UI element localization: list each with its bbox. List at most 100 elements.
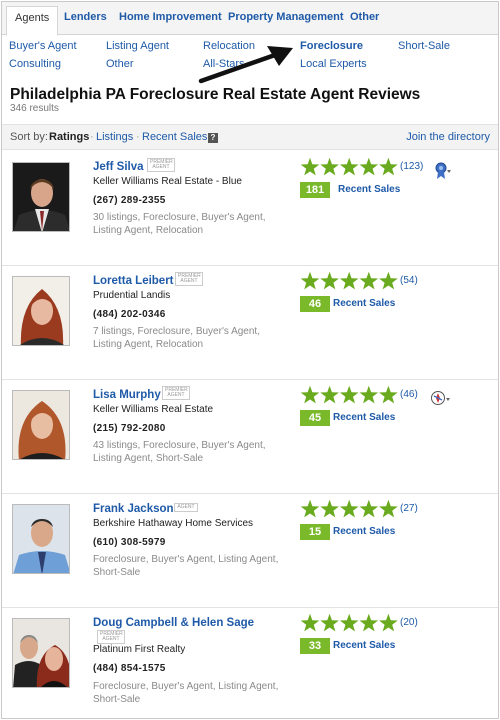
- recent-sales-link[interactable]: Recent Sales: [333, 298, 395, 309]
- agent-company: Keller Williams Real Estate: [93, 404, 214, 415]
- agent-photo[interactable]: [12, 390, 70, 460]
- subnav-consulting[interactable]: Consulting: [9, 58, 61, 70]
- recent-sales-count: 45: [300, 410, 330, 426]
- recent-sales-link[interactable]: Recent Sales: [333, 640, 395, 651]
- recent-sales-count: 15: [300, 524, 330, 540]
- recent-sales-count: 33: [300, 638, 330, 654]
- star-icon: [320, 499, 339, 518]
- star-rating: [300, 271, 398, 290]
- star-icon: [339, 385, 359, 404]
- tab-other[interactable]: Other: [350, 11, 379, 23]
- subnav-listing-agent[interactable]: Listing Agent: [106, 40, 169, 52]
- agent-card: Frank Jackson AGENT Berkshire Hathaway H…: [2, 494, 498, 608]
- agent-specialties: 30 listings, Foreclosure, Buyer's Agent,…: [93, 212, 266, 236]
- page-title: Philadelphia PA Foreclosure Real Estate …: [10, 86, 421, 103]
- star-rating: [300, 613, 398, 632]
- agent-specialties: 7 listings, Foreclosure, Buyer's Agent, …: [93, 326, 260, 350]
- agent-phone: (484) 202-0346: [93, 309, 166, 320]
- sort-label: Sort by:: [10, 131, 48, 143]
- star-icon: [339, 271, 359, 290]
- star-icon: [359, 613, 379, 632]
- star-icon: [300, 499, 320, 518]
- pointer-arrow-icon: [198, 46, 293, 84]
- subnav-foreclosure[interactable]: Foreclosure: [300, 40, 363, 52]
- tab-lenders[interactable]: Lenders: [64, 11, 107, 23]
- star-icon: [320, 613, 339, 632]
- results-count: 346 results: [10, 103, 59, 114]
- review-count[interactable]: (27): [400, 503, 418, 514]
- agent-photo[interactable]: [12, 162, 70, 232]
- star-icon: [300, 271, 320, 290]
- recent-sales-link[interactable]: Recent Sales: [338, 184, 400, 195]
- recent-sales-count: 181: [300, 182, 330, 198]
- agent-company: Berkshire Hathaway Home Services: [93, 518, 254, 529]
- agent-company: Prudential Landis: [93, 290, 171, 301]
- sort-bar: Sort by: Ratings · Listings · Recent Sal…: [2, 124, 498, 150]
- compass-award-icon[interactable]: [430, 390, 452, 408]
- agent-card: Jeff Silva PREMIER AGENT Keller Williams…: [2, 152, 498, 266]
- star-icon: [339, 613, 359, 632]
- star-icon: [300, 613, 320, 632]
- recent-sales-link[interactable]: Recent Sales: [333, 526, 395, 537]
- agent-card: Doug Campbell & Helen Sage PREMIER AGENT…: [2, 608, 498, 718]
- agent-phone: (610) 308-5979: [93, 537, 166, 548]
- join-directory-link[interactable]: Join the directory: [406, 131, 490, 143]
- agent-specialties: Foreclosure, Buyer's Agent, Listing Agen…: [93, 681, 279, 705]
- sort-ratings[interactable]: Ratings: [49, 131, 89, 143]
- agent-photo[interactable]: [12, 618, 70, 688]
- category-tabs: Agents Lenders Home Improvement Property…: [2, 2, 498, 36]
- agent-company: Platinum First Realty: [93, 644, 186, 655]
- star-icon: [379, 157, 398, 176]
- star-icon: [339, 157, 359, 176]
- tab-property-management[interactable]: Property Management: [228, 11, 344, 23]
- subnav-buyers-agent[interactable]: Buyer's Agent: [9, 40, 77, 52]
- premier-agent-badge: PREMIER AGENT: [147, 158, 175, 172]
- premier-agent-badge: PREMIER AGENT: [97, 630, 125, 644]
- page-frame: Agents Lenders Home Improvement Property…: [1, 1, 499, 719]
- star-icon: [300, 157, 320, 176]
- premier-agent-badge: PREMIER AGENT: [162, 386, 190, 400]
- review-count[interactable]: (46): [400, 389, 418, 400]
- review-count[interactable]: (123): [400, 161, 423, 172]
- agent-specialties: Foreclosure, Buyer's Agent, Listing Agen…: [93, 554, 279, 578]
- agent-card: Lisa Murphy PREMIER AGENT Keller William…: [2, 380, 498, 494]
- star-rating: [300, 385, 398, 404]
- premier-agent-badge: PREMIER AGENT: [175, 272, 203, 286]
- star-icon: [320, 157, 339, 176]
- star-icon: [320, 271, 339, 290]
- star-icon: [379, 613, 398, 632]
- subnav-short-sale[interactable]: Short-Sale: [398, 40, 450, 52]
- sort-listings[interactable]: Listings: [96, 131, 133, 143]
- agent-name[interactable]: Jeff Silva: [93, 161, 144, 173]
- agent-name[interactable]: Lisa Murphy: [93, 389, 161, 401]
- subnav-local-experts[interactable]: Local Experts: [300, 58, 367, 70]
- recent-sales-link[interactable]: Recent Sales: [333, 412, 395, 423]
- star-icon: [359, 157, 379, 176]
- star-icon: [379, 271, 398, 290]
- agent-phone: (484) 854-1575: [93, 663, 166, 674]
- star-icon: [300, 385, 320, 404]
- agent-specialties: 43 listings, Foreclosure, Buyer's Agent,…: [93, 440, 266, 464]
- sort-recent-sales[interactable]: Recent Sales: [142, 131, 207, 143]
- star-icon: [359, 385, 379, 404]
- tab-home-improvement[interactable]: Home Improvement: [119, 11, 222, 23]
- star-icon: [320, 385, 339, 404]
- agent-phone: (267) 289-2355: [93, 195, 166, 206]
- help-icon[interactable]: ?: [208, 133, 218, 143]
- star-icon: [359, 271, 379, 290]
- agent-photo[interactable]: [12, 504, 70, 574]
- agent-name[interactable]: Doug Campbell & Helen Sage: [93, 617, 254, 629]
- agent-photo[interactable]: [12, 276, 70, 346]
- ribbon-award-icon[interactable]: [434, 162, 452, 180]
- star-rating: [300, 157, 398, 176]
- star-icon: [379, 499, 398, 518]
- sort-separator: ·: [136, 131, 140, 143]
- tab-agents[interactable]: Agents: [6, 6, 59, 36]
- subnav-other[interactable]: Other: [106, 58, 134, 70]
- agent-name[interactable]: Loretta Leibert: [93, 275, 174, 287]
- star-icon: [339, 499, 359, 518]
- review-count[interactable]: (54): [400, 275, 418, 286]
- recent-sales-count: 46: [300, 296, 330, 312]
- agent-name[interactable]: Frank Jackson: [93, 503, 174, 515]
- review-count[interactable]: (20): [400, 617, 418, 628]
